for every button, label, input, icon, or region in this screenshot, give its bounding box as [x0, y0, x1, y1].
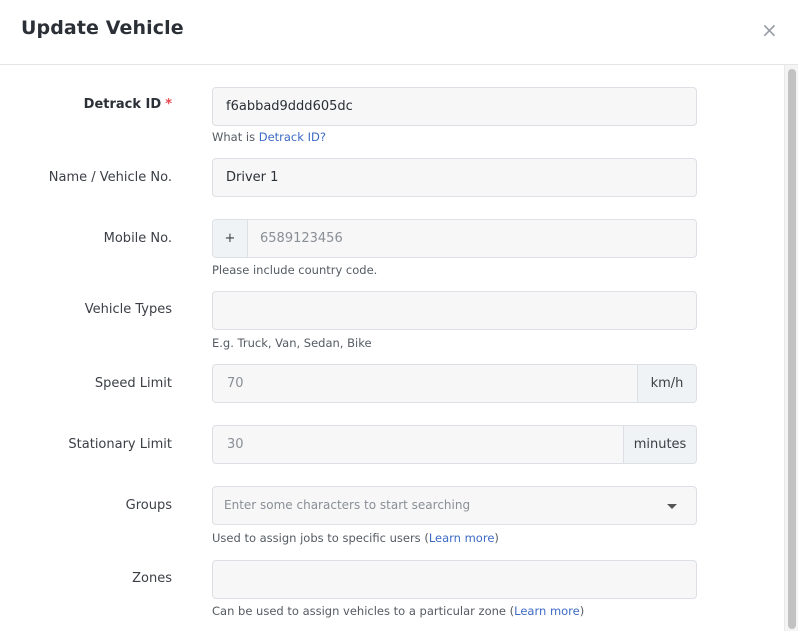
mobile-field: + 6589123456: [212, 219, 697, 258]
zones-help-text: Can be used to assign vehicles to a part…: [212, 604, 515, 618]
groups-help: Used to assign jobs to specific users (L…: [212, 531, 499, 545]
groups-help-suffix: ): [494, 531, 499, 545]
detrack-id-label-text: Detrack ID: [83, 97, 162, 112]
mobile-label: Mobile No.: [103, 231, 172, 246]
mobile-input[interactable]: 6589123456: [260, 220, 343, 257]
vehicle-types-help: E.g. Truck, Van, Sedan, Bike: [212, 336, 372, 350]
speed-limit-label: Speed Limit: [94, 376, 172, 391]
chevron-down-icon[interactable]: [667, 504, 677, 509]
stationary-unit-addon: minutes: [623, 426, 696, 463]
groups-select[interactable]: Enter some characters to start searching: [212, 486, 697, 525]
zones-help: Can be used to assign vehicles to a part…: [212, 604, 584, 618]
stationary-limit-input[interactable]: 30: [227, 426, 244, 463]
name-input[interactable]: Driver 1: [212, 158, 697, 197]
stationary-limit-field: 30 minutes: [212, 425, 697, 464]
name-label: Name / Vehicle No.: [48, 170, 172, 185]
groups-learn-more-link[interactable]: Learn more: [429, 531, 495, 545]
groups-help-text: Used to assign jobs to specific users (: [212, 531, 429, 545]
required-mark: *: [165, 97, 172, 112]
country-code-prefix: +: [213, 220, 248, 257]
modal-header: Update Vehicle ×: [0, 0, 798, 65]
close-icon[interactable]: ×: [761, 20, 778, 40]
zones-learn-more-link[interactable]: Learn more: [514, 604, 580, 618]
detrack-id-help: What is Detrack ID?: [212, 130, 326, 144]
speed-limit-input[interactable]: 70: [227, 365, 244, 402]
groups-label: Groups: [125, 498, 172, 513]
mobile-help: Please include country code.: [212, 263, 378, 277]
vertical-scrollbar[interactable]: [784, 65, 798, 631]
detrack-id-input[interactable]: f6abbad9ddd605dc: [212, 87, 697, 126]
modal-body: Detrack ID * f6abbad9ddd605dc What is Det…: [0, 65, 784, 631]
scrollbar-thumb[interactable]: [788, 69, 796, 629]
detrack-id-label: Detrack ID *: [84, 97, 172, 112]
vehicle-types-label: Vehicle Types: [84, 302, 172, 317]
vehicle-types-input[interactable]: [212, 291, 697, 330]
zones-input[interactable]: [212, 560, 697, 599]
groups-placeholder: Enter some characters to start searching: [224, 498, 471, 512]
zones-label: Zones: [132, 571, 172, 586]
zones-help-suffix: ): [579, 604, 585, 618]
modal-title: Update Vehicle: [21, 17, 184, 39]
detrack-id-help-link[interactable]: Detrack ID?: [259, 130, 326, 144]
detrack-id-help-text: What is: [212, 130, 259, 144]
speed-unit-addon: km/h: [637, 365, 696, 402]
speed-limit-field: 70 km/h: [212, 364, 697, 403]
stationary-limit-label: Stationary Limit: [68, 437, 172, 452]
